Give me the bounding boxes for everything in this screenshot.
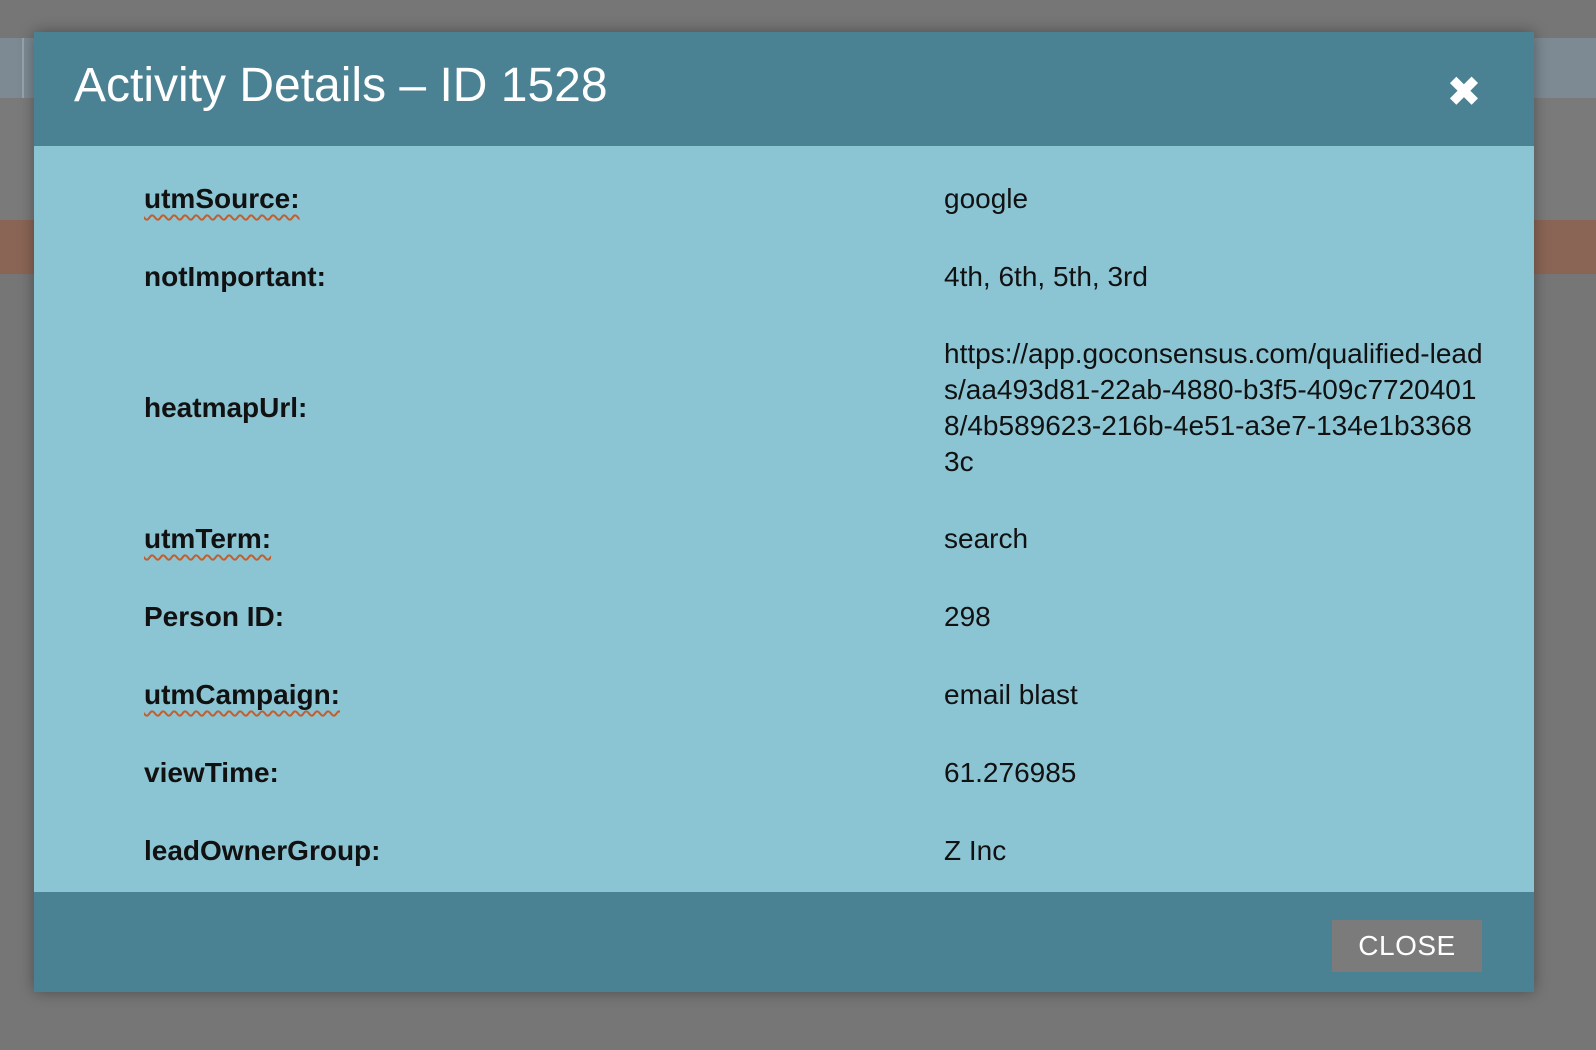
background-divider xyxy=(22,38,24,98)
close-x-icon[interactable]: ✖ xyxy=(1444,71,1484,113)
detail-value: 298 xyxy=(944,601,991,632)
detail-label: notImportant: xyxy=(144,261,326,292)
detail-label: heatmapUrl: xyxy=(144,392,308,423)
detail-row-view-time: viewTime: 61.276985 xyxy=(34,734,1534,812)
detail-row-utm-source: utmSource: google xyxy=(34,160,1534,238)
detail-value: 61.276985 xyxy=(944,757,1077,788)
detail-value: https://app.goconsensus.com/qualified-le… xyxy=(944,338,1483,477)
detail-row-lead-owner-group: leadOwnerGroup: Z Inc xyxy=(34,812,1534,890)
detail-value: email blast xyxy=(944,679,1078,710)
modal-title: Activity Details – ID 1528 xyxy=(74,59,608,112)
modal-body[interactable]: utmSource: google notImportant: 4th, 6th… xyxy=(34,146,1534,892)
detail-label: utmSource: xyxy=(144,183,300,214)
detail-row-person-id: Person ID: 298 xyxy=(34,578,1534,656)
detail-label: utmTerm: xyxy=(144,523,272,554)
detail-value: 4th, 6th, 5th, 3rd xyxy=(944,261,1148,292)
modal-header: Activity Details – ID 1528 ✖ xyxy=(34,32,1534,146)
detail-label: utmCampaign: xyxy=(144,679,340,710)
detail-label: Person ID: xyxy=(144,601,285,632)
details-list: utmSource: google notImportant: 4th, 6th… xyxy=(34,160,1534,890)
activity-details-modal: Activity Details – ID 1528 ✖ utmSource: … xyxy=(34,32,1534,992)
close-button[interactable]: CLOSE xyxy=(1332,920,1482,972)
detail-row-utm-term: utmTerm: search xyxy=(34,500,1534,578)
detail-value: search xyxy=(944,523,1029,554)
detail-row-heatmap-url: heatmapUrl: https://app.goconsensus.com/… xyxy=(34,316,1534,500)
detail-label: leadOwnerGroup: xyxy=(144,835,381,866)
detail-row-not-important: notImportant: 4th, 6th, 5th, 3rd xyxy=(34,238,1534,316)
detail-row-utm-campaign: utmCampaign: email blast xyxy=(34,656,1534,734)
modal-footer: CLOSE xyxy=(34,892,1534,992)
detail-label: viewTime: xyxy=(144,757,279,788)
detail-value: google xyxy=(944,183,1029,214)
detail-value: Z Inc xyxy=(944,835,1007,866)
